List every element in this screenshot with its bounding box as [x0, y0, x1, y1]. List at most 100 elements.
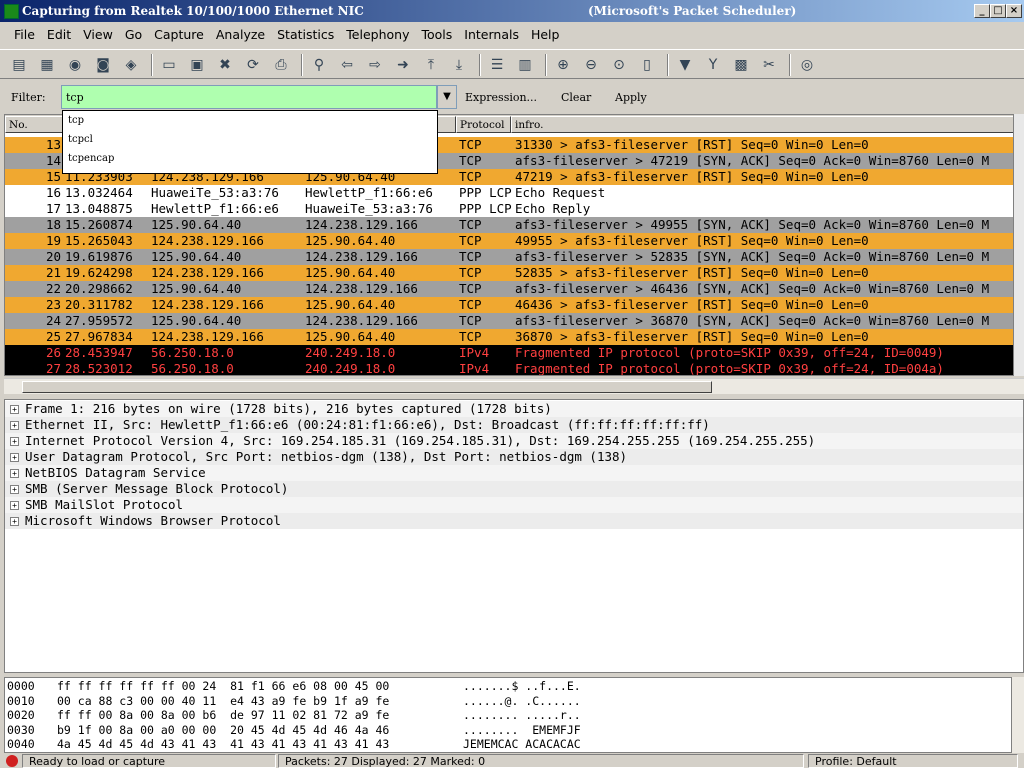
- restart-capture-button[interactable]: ◈: [120, 54, 142, 76]
- expand-icon[interactable]: +: [10, 421, 19, 430]
- column-header-protocol[interactable]: Protocol: [456, 116, 511, 133]
- print-button[interactable]: ⎙: [270, 54, 292, 76]
- menu-file[interactable]: File: [8, 24, 41, 46]
- last-packet-button[interactable]: ⤓: [448, 54, 470, 76]
- cell-no: 15: [45, 169, 61, 184]
- cell-no: 22: [45, 281, 61, 296]
- go-to-packet-button[interactable]: ➜: [392, 54, 414, 76]
- first-packet-icon: ⤒: [427, 57, 435, 73]
- expand-icon[interactable]: +: [10, 437, 19, 446]
- stop-capture-button[interactable]: ◙: [92, 54, 114, 76]
- table-row[interactable]: 16 13.032464 HuaweiTe_53:a3:76 HewlettP_f1:…: [5, 185, 1013, 201]
- toolbar-separator: [301, 54, 303, 76]
- capture-status-icon[interactable]: [6, 755, 18, 767]
- capture-options-button[interactable]: ▦: [36, 54, 58, 76]
- suggestion-item[interactable]: tcpcl: [63, 130, 437, 149]
- colorize-button[interactable]: ☰: [486, 54, 508, 76]
- open-button[interactable]: ▭: [158, 54, 180, 76]
- packet-list-vertical-scrollbar[interactable]: [1014, 114, 1024, 376]
- detail-tree-item[interactable]: + NetBIOS Datagram Service: [5, 465, 1023, 481]
- detail-tree-item[interactable]: + SMB MailSlot Protocol: [5, 497, 1023, 513]
- coloring-rules-button[interactable]: ▩: [730, 54, 752, 76]
- cell-dst: 125.90.64.40: [305, 265, 396, 280]
- detail-tree-item[interactable]: + User Datagram Protocol, Src Port: netbi…: [5, 449, 1023, 465]
- interfaces-button[interactable]: ▤: [8, 54, 30, 76]
- expand-icon[interactable]: +: [10, 517, 19, 526]
- capture-filters-button[interactable]: ▼: [674, 54, 696, 76]
- zoom-in-button[interactable]: ⊕: [552, 54, 574, 76]
- expression-button[interactable]: Expression...: [465, 91, 537, 104]
- auto-scroll-button[interactable]: ▥: [514, 54, 536, 76]
- menu-help[interactable]: Help: [525, 24, 566, 46]
- apply-button[interactable]: Apply: [615, 91, 647, 104]
- expand-icon[interactable]: +: [10, 501, 19, 510]
- help-button[interactable]: ◎: [796, 54, 818, 76]
- reload-button[interactable]: ⟳: [242, 54, 264, 76]
- menu-statistics[interactable]: Statistics: [271, 24, 340, 46]
- detail-label: SMB MailSlot Protocol: [25, 497, 184, 512]
- display-filters-button[interactable]: Y: [702, 54, 724, 76]
- cell-proto: PPP LCP: [459, 201, 512, 216]
- filter-dropdown-button[interactable]: ▼: [437, 85, 457, 109]
- clear-button[interactable]: Clear: [561, 91, 591, 104]
- close-window-button[interactable]: ×: [1006, 4, 1022, 18]
- expand-icon[interactable]: +: [10, 485, 19, 494]
- bytes-vertical-scrollbar[interactable]: [1012, 677, 1024, 753]
- forward-button[interactable]: ⇨: [364, 54, 386, 76]
- expand-icon[interactable]: +: [10, 405, 19, 414]
- status-profile[interactable]: Profile: Default: [808, 754, 1018, 768]
- zoom-out-button[interactable]: ⊖: [580, 54, 602, 76]
- cell-src: 125.90.64.40: [151, 313, 242, 328]
- menu-analyze[interactable]: Analyze: [210, 24, 271, 46]
- table-row[interactable]: 20 19.619876 125.90.64.40 124.238.129.166 TC…: [5, 249, 1013, 265]
- preferences-button[interactable]: ✂: [758, 54, 780, 76]
- minimize-button[interactable]: _: [974, 4, 990, 18]
- detail-tree-item[interactable]: + Ethernet II, Src: HewlettP_f1:66:e6 (00…: [5, 417, 1023, 433]
- menu-edit[interactable]: Edit: [41, 24, 77, 46]
- menu-tools[interactable]: Tools: [415, 24, 458, 46]
- filter-input[interactable]: tcp: [61, 85, 437, 109]
- packet-list-horizontal-scrollbar[interactable]: [4, 378, 1024, 394]
- table-row[interactable]: 19 15.265043 124.238.129.166 125.90.64.40 TC…: [5, 233, 1013, 249]
- menu-go[interactable]: Go: [119, 24, 148, 46]
- table-row[interactable]: 26 28.453947 56.250.18.0 240.249.18.0 IPv4 Fr…: [5, 345, 1013, 361]
- menu-view[interactable]: View: [77, 24, 119, 46]
- menu-telephony[interactable]: Telephony: [340, 24, 415, 46]
- table-row[interactable]: 18 15.260874 125.90.64.40 124.238.129.166 TC…: [5, 217, 1013, 233]
- expand-icon[interactable]: +: [10, 453, 19, 462]
- cell-dst: 125.90.64.40: [305, 233, 396, 248]
- table-row[interactable]: 25 27.967834 124.238.129.166 125.90.64.40 TC…: [5, 329, 1013, 345]
- detail-tree-item[interactable]: + SMB (Server Message Block Protocol): [5, 481, 1023, 497]
- resize-columns-button[interactable]: ▯: [636, 54, 658, 76]
- close-button[interactable]: ✖: [214, 54, 236, 76]
- detail-tree-item[interactable]: + Microsoft Windows Browser Protocol: [5, 513, 1023, 529]
- menu-internals[interactable]: Internals: [458, 24, 525, 46]
- table-row[interactable]: 22 20.298662 125.90.64.40 124.238.129.166 TC…: [5, 281, 1013, 297]
- maximize-button[interactable]: □: [990, 4, 1006, 18]
- first-packet-button[interactable]: ⤒: [420, 54, 442, 76]
- hex-ascii: ......@. .C......: [463, 693, 581, 708]
- suggestion-item[interactable]: tcpencap: [63, 149, 437, 168]
- column-header-info[interactable]: infro.: [511, 116, 1013, 133]
- cell-dst: 124.238.129.166: [305, 249, 418, 264]
- cell-dst: HuaweiTe_53:a3:76: [305, 201, 433, 216]
- save-button[interactable]: ▣: [186, 54, 208, 76]
- title-bar: Capturing from Realtek 10/100/1000 Ether…: [0, 0, 1024, 22]
- zoom-normal-button[interactable]: ⊙: [608, 54, 630, 76]
- table-row[interactable]: 23 20.311782 124.238.129.166 125.90.64.40 TC…: [5, 297, 1013, 313]
- table-row[interactable]: 27 28.523012 56.250.18.0 240.249.18.0 IPv4 Fr…: [5, 361, 1013, 375]
- suggestion-item[interactable]: tcp: [63, 111, 437, 130]
- table-row[interactable]: 17 13.048875 HewlettP_f1:66:e6 HuaweiTe_53:…: [5, 201, 1013, 217]
- detail-tree-item[interactable]: + Internet Protocol Version 4, Src: 169.2…: [5, 433, 1023, 449]
- table-row[interactable]: 24 27.959572 125.90.64.40 124.238.129.166 TC…: [5, 313, 1013, 329]
- detail-tree-item[interactable]: + Frame 1: 216 bytes on wire (1728 bits),…: [5, 401, 1023, 417]
- menu-capture[interactable]: Capture: [148, 24, 210, 46]
- start-capture-button[interactable]: ◉: [64, 54, 86, 76]
- expand-icon[interactable]: +: [10, 469, 19, 478]
- find-button[interactable]: ⚲: [308, 54, 330, 76]
- column-header-no[interactable]: No.: [5, 116, 63, 133]
- scrollbar-thumb[interactable]: [22, 381, 712, 393]
- go-to-packet-icon: ➜: [397, 57, 409, 73]
- table-row[interactable]: 21 19.624298 124.238.129.166 125.90.64.40 TC…: [5, 265, 1013, 281]
- back-button[interactable]: ⇦: [336, 54, 358, 76]
